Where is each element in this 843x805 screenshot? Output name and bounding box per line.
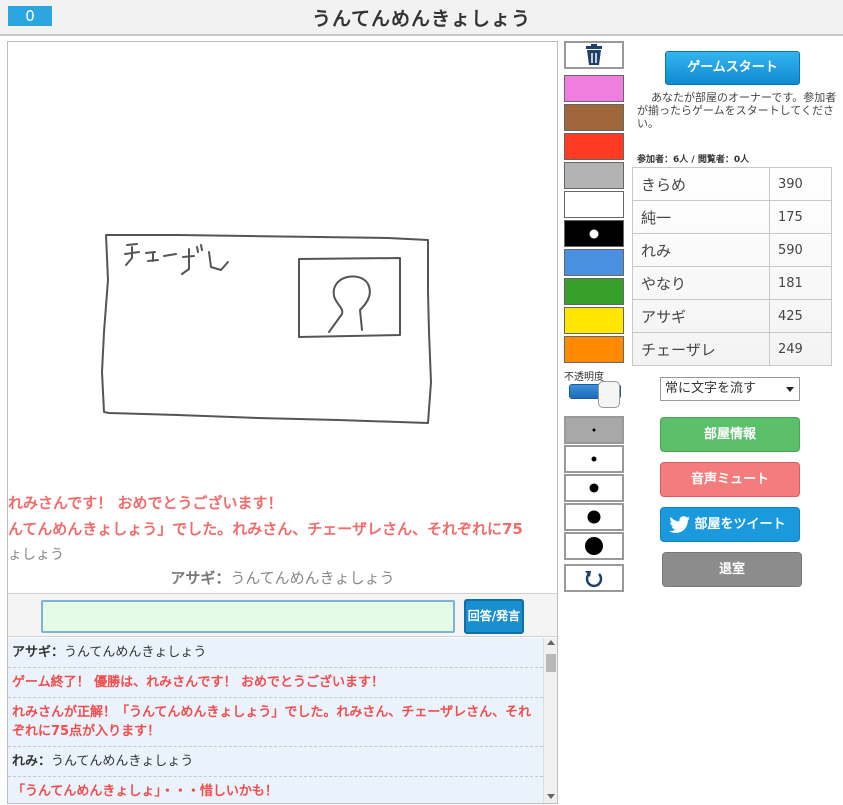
tweet-room-label: 部屋をツイート: [694, 517, 786, 532]
player-score: 425: [769, 299, 832, 333]
brush-size-5-icon: [585, 537, 603, 555]
color-swatch[interactable]: [564, 162, 624, 189]
overlay-message-3: ょしょう: [8, 547, 64, 563]
brush-size-2-icon: [591, 456, 597, 462]
exit-room-button[interactable]: 退室: [662, 552, 802, 587]
tweet-room-button[interactable]: 部屋をツイート: [660, 507, 800, 542]
log-item: れみ：うんてんめんきょしょう: [8, 747, 543, 777]
brush-size-5-button[interactable]: [564, 532, 624, 560]
log-item-text: うんてんめんきょしょう: [64, 645, 207, 660]
header-bar: 0 うんてんめんきょしょう: [0, 0, 843, 36]
player-name: アサギ: [632, 299, 770, 333]
brush-size-1-button[interactable]: [564, 416, 624, 444]
player-score: 181: [769, 266, 832, 300]
color-swatch[interactable]: [564, 220, 624, 247]
log-item-text: れみさんが正解！「うんてんめんきょしょう」でした。れみさん、チェーザレさん、それ…: [12, 705, 532, 739]
color-swatch[interactable]: [564, 249, 624, 276]
game-start-button[interactable]: ゲームスタート: [665, 51, 800, 85]
scroll-up-icon[interactable]: [547, 640, 555, 645]
overlay-message-1: れみさんです！ おめでとうございます！: [8, 494, 283, 512]
color-swatch[interactable]: [564, 336, 624, 363]
scoreboard-row: 純一 175: [632, 200, 832, 234]
player-score: 590: [769, 233, 832, 267]
log-item-name: アサギ：: [12, 645, 65, 660]
log-item-text: 「うんてんめんきょしょ」・・・惜しいかも！: [12, 784, 278, 799]
opacity-slider-handle[interactable]: [598, 381, 620, 408]
overlay-answer-name: アサギ：: [170, 569, 231, 587]
chat-log: アサギ：うんてんめんきょしょう ゲーム終了！ 優勝は、れみさんです！ おめでとう…: [8, 638, 543, 803]
opacity-label: 不透明度: [564, 372, 604, 383]
brush-size-4-button[interactable]: [564, 503, 624, 531]
selected-color-indicator: [589, 229, 599, 238]
clear-canvas-button[interactable]: [564, 41, 624, 69]
log-item-text: うんてんめんきょしょう: [51, 754, 194, 769]
player-name: チェーザレ: [632, 332, 770, 366]
brush-size-2-button[interactable]: [564, 445, 624, 473]
main-panel: れみさんです！ おめでとうございます！ んてんめんきょしょう」でした。れみさん、…: [7, 41, 558, 804]
scroll-thumb[interactable]: [546, 654, 556, 672]
scoreboard-row: アサギ 425: [632, 299, 832, 333]
undo-icon: [585, 571, 603, 588]
color-swatch[interactable]: [564, 104, 624, 131]
log-item: 「うんてんめんきょしょ」・・・惜しいかも！: [8, 777, 543, 803]
color-swatch[interactable]: [564, 278, 624, 305]
log-item: ゲーム終了！ 優勝は、れみさんです！ おめでとうございます！: [8, 668, 543, 698]
color-swatch[interactable]: [564, 75, 624, 102]
room-info-button[interactable]: 部屋情報: [660, 417, 800, 452]
overlay-message-2: んてんめんきょしょう」でした。れみさん、チェーザレさん、それぞれに75: [8, 520, 523, 538]
drawing-canvas[interactable]: れみさんです！ おめでとうございます！ んてんめんきょしょう」でした。れみさん、…: [8, 42, 557, 592]
color-swatch[interactable]: [564, 307, 624, 334]
trash-icon: [586, 44, 602, 65]
player-score: 249: [769, 332, 832, 366]
participant-counts: 参加者：6人 / 閲覧者：0人: [637, 155, 750, 165]
owner-note: あなたが部屋のオーナーです。参加者が揃ったらゲームをスタートしてください。: [637, 91, 837, 130]
answer-row: 回答/発言: [8, 593, 557, 637]
twitter-icon: [669, 516, 690, 533]
log-item-name: れみ：: [12, 754, 52, 769]
scoreboard: きらめ 390 純一 175 れみ 590 やなり 181 アサギ 425 チェーザレ 24…: [632, 167, 832, 366]
mute-button[interactable]: 音声ミュート: [660, 462, 800, 497]
chevron-down-icon: [786, 387, 794, 392]
player-name: 純一: [632, 200, 770, 234]
player-score: 175: [769, 200, 832, 234]
scoreboard-row: れみ 590: [632, 233, 832, 267]
scoreboard-row: きらめ 390: [632, 167, 832, 201]
player-score: 390: [769, 167, 832, 201]
text-mode-value: 常に文字を流す: [665, 381, 757, 396]
drawing-strokes: [101, 234, 432, 424]
text-mode-select[interactable]: 常に文字を流す: [660, 377, 800, 401]
scoreboard-row: やなり 181: [632, 266, 832, 300]
chat-log-scrollbar[interactable]: [543, 638, 557, 803]
color-swatch[interactable]: [564, 191, 624, 218]
color-swatch[interactable]: [564, 133, 624, 160]
answer-input[interactable]: [41, 600, 455, 633]
brush-size-1-icon: [592, 428, 596, 432]
page-title: うんてんめんきょしょう: [311, 8, 532, 30]
brush-size-3-icon: [589, 483, 599, 493]
log-item: れみさんが正解！「うんてんめんきょしょう」でした。れみさん、チェーザレさん、それ…: [8, 698, 543, 747]
scoreboard-row: チェーザレ 249: [632, 332, 832, 366]
player-name: やなり: [632, 266, 770, 300]
answer-submit-button[interactable]: 回答/発言: [464, 599, 524, 634]
scroll-down-icon[interactable]: [547, 794, 555, 799]
player-name: きらめ: [632, 167, 770, 201]
undo-button[interactable]: [564, 564, 624, 592]
overlay-latest-answer: アサギ：うんてんめんきょしょう: [8, 567, 557, 588]
overlay-answer-text: うんてんめんきょしょう: [230, 569, 395, 587]
brush-size-3-button[interactable]: [564, 474, 624, 502]
log-item: アサギ：うんてんめんきょしょう: [8, 638, 543, 668]
brush-size-4-icon: [587, 510, 601, 524]
log-item-text: ゲーム終了！ 優勝は、れみさんです！ おめでとうございます！: [12, 675, 385, 690]
player-name: れみ: [632, 233, 770, 267]
